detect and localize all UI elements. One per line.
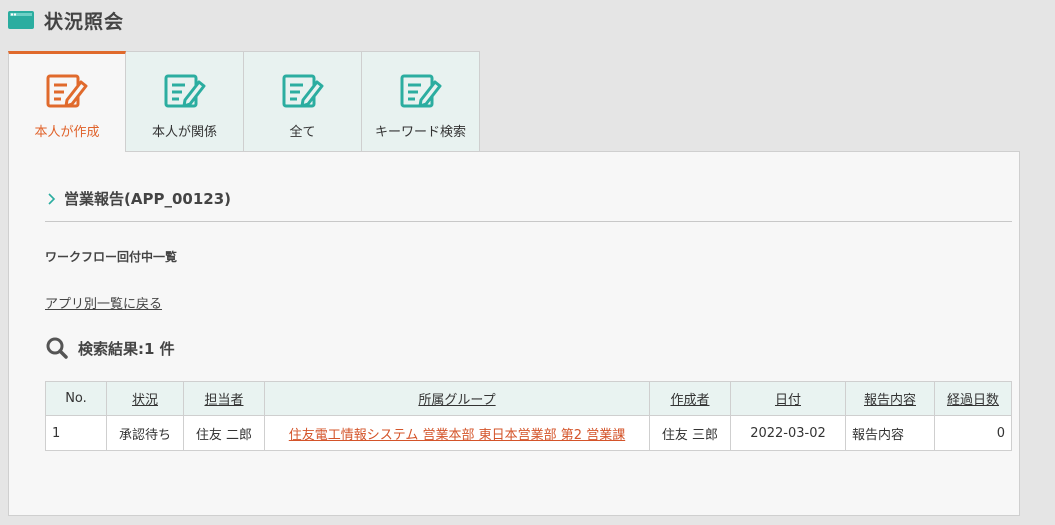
chevron-right-icon [48,192,56,205]
result-count: 検索結果:1 件 [78,339,175,358]
section-title: ワークフロー回付中一覧 [45,250,178,264]
page-header: 状況照会 [8,6,124,34]
tab-label: 本人が作成 [34,125,100,140]
tab-label: キーワード検索 [374,125,466,140]
divider [45,221,1012,222]
cell-date: 2022-03-02 [730,415,846,451]
cell-report: 報告内容 [845,415,935,451]
table-row: 1 承認待ち 住友 二郎 住友電工情報システム 営業本部 東日本営業部 第2 営… [45,415,1012,451]
column-header-report[interactable]: 報告内容 [845,381,935,416]
window-icon [8,11,34,29]
back-to-app-list-link[interactable]: アプリ別一覧に戻る [45,293,162,312]
page-title: 状況照会 [44,10,125,33]
app-title: 営業報告(APP_00123) [64,190,231,208]
column-header-creator[interactable]: 作成者 [649,381,731,416]
search-icon [46,337,68,359]
cell-no: 1 [45,415,107,451]
cell-assignee: 住友 二郎 [183,415,265,451]
table-header-row: No. 状況 担当者 所属グループ 作成者 日付 報告内容 経過日数 [45,381,1012,416]
edit-document-icon [282,74,323,108]
column-header-elapsed-days[interactable]: 経過日数 [934,381,1012,416]
cell-creator: 住友 三郎 [649,415,731,451]
cell-group-link[interactable]: 住友電工情報システム 営業本部 東日本営業部 第2 営業課 [264,415,650,451]
column-header-assignee[interactable]: 担当者 [183,381,265,416]
tab-keyword-search[interactable]: キーワード検索 [362,51,480,151]
column-header-date[interactable]: 日付 [730,381,846,416]
search-result-summary: 検索結果:1 件 [45,336,175,360]
cell-elapsed-days: 0 [934,415,1012,451]
edit-document-icon [46,74,88,108]
tab-bar: 本人が作成 本人が関係 全て キーワード検索 [8,51,480,152]
edit-document-icon [164,74,205,108]
tab-label: 本人が関係 [151,125,217,140]
results-table: No. 状況 担当者 所属グループ 作成者 日付 報告内容 経過日数 1 承認待… [45,381,1012,451]
tab-label: 全て [289,125,316,140]
column-header-status[interactable]: 状況 [106,381,184,416]
tab-self-involved[interactable]: 本人が関係 [126,51,244,151]
column-header-no: No. [45,381,107,416]
content-panel: 営業報告(APP_00123) ワークフロー回付中一覧 アプリ別一覧に戻る 検索… [8,151,1020,516]
edit-document-icon [400,74,441,108]
tab-all[interactable]: 全て [244,51,362,151]
column-header-group[interactable]: 所属グループ [264,381,650,416]
cell-status: 承認待ち [106,415,184,451]
tab-self-created[interactable]: 本人が作成 [8,51,126,152]
app-heading: 営業報告(APP_00123) [47,188,231,209]
